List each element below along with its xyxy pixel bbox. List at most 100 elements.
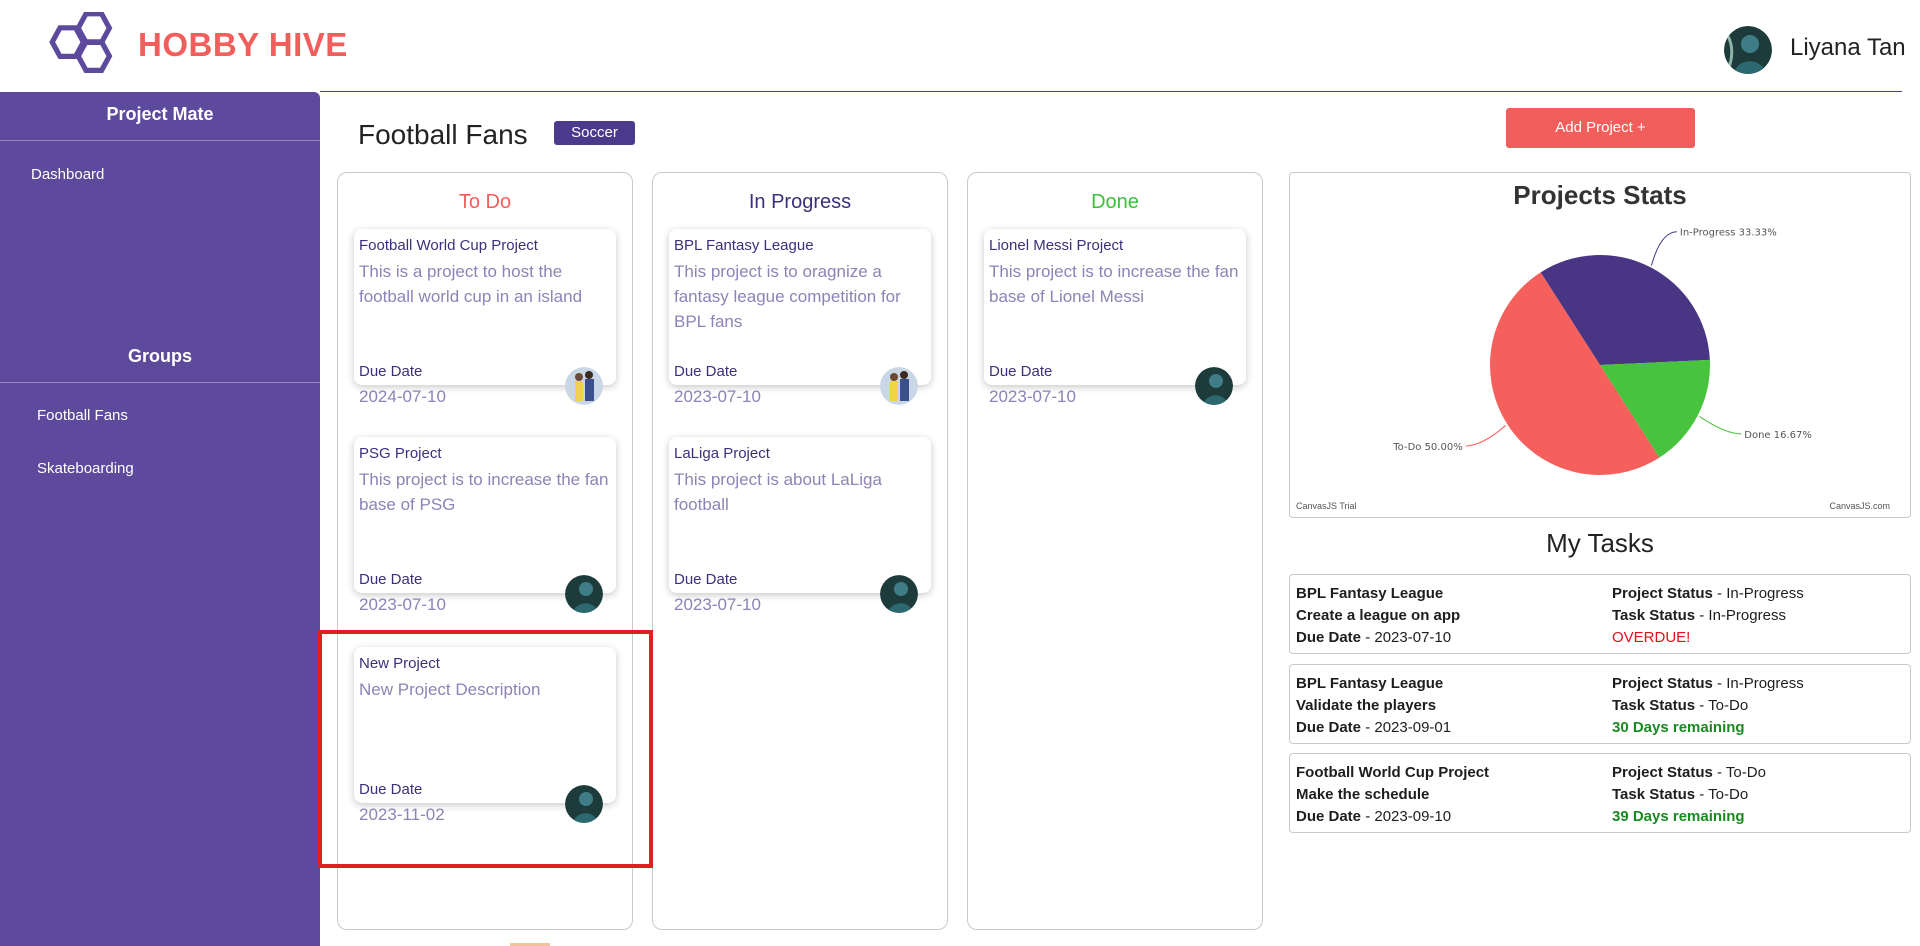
card-title: LaLiga Project bbox=[674, 445, 770, 462]
project-status-label: Project Status bbox=[1612, 764, 1713, 781]
task-project: BPL Fantasy League bbox=[1296, 675, 1444, 692]
task-project: BPL Fantasy League bbox=[1296, 585, 1444, 602]
project-card[interactable]: BPL Fantasy League This project is to or… bbox=[669, 229, 931, 406]
due-date-label: Due Date bbox=[359, 571, 423, 588]
user-avatar[interactable] bbox=[1724, 26, 1772, 74]
task-due-date: - 2023-09-01 bbox=[1361, 719, 1452, 736]
task-deadline-note: 30 Days remaining bbox=[1612, 719, 1745, 736]
brand-name: HOBBY HIVE bbox=[138, 26, 348, 63]
card-description: New Project Description bbox=[359, 680, 541, 699]
card-description: This is a project to host the football w… bbox=[359, 262, 583, 306]
member-avatar bbox=[565, 785, 603, 823]
chart-watermark-link[interactable]: CanvasJS.com bbox=[1829, 501, 1890, 511]
card-title: Football World Cup Project bbox=[359, 237, 538, 254]
header-divider bbox=[320, 91, 1902, 92]
card-due-date: 2023-07-10 bbox=[989, 387, 1076, 406]
column-done: Done Lionel Messi Project This project i… bbox=[967, 172, 1263, 930]
task-name: Create a league on app bbox=[1296, 607, 1461, 624]
due-date-label: Due Date bbox=[359, 781, 423, 798]
pie-label-connector bbox=[1699, 416, 1742, 435]
project-card[interactable]: Lionel Messi Project This project is to … bbox=[984, 229, 1246, 406]
due-date-label: Due Date bbox=[1296, 629, 1362, 646]
project-card[interactable]: LaLiga Project This project is about LaL… bbox=[669, 437, 931, 614]
task-deadline-note: 39 Days remaining bbox=[1612, 808, 1745, 825]
card-title: New Project bbox=[359, 655, 440, 672]
project-card[interactable]: Football World Cup Project This is a pro… bbox=[354, 229, 616, 406]
project-status-value: - In-Progress bbox=[1712, 585, 1804, 602]
sidebar-item-football-fans[interactable]: Football Fans bbox=[37, 407, 128, 424]
column-todo: To Do Football World Cup Project This is… bbox=[337, 172, 633, 930]
card-description: This project is to increase the fan base… bbox=[989, 262, 1239, 306]
pie-label-connector bbox=[1650, 231, 1677, 266]
task-due-row: Due Date - 2023-09-01 bbox=[1296, 719, 1451, 736]
project-card[interactable]: New Project New Project Description Due … bbox=[354, 647, 616, 824]
user-name[interactable]: Liyana Tan bbox=[1790, 34, 1906, 62]
sidebar-divider bbox=[0, 140, 320, 141]
sidebar-item-skateboarding[interactable]: Skateboarding bbox=[37, 460, 134, 477]
task-card[interactable]: Football World Cup Project Make the sche… bbox=[1289, 753, 1911, 833]
project-status-row: Project Status - To-Do bbox=[1612, 764, 1766, 781]
sidebar-groups-title: Groups bbox=[127, 346, 192, 366]
project-status-value: - In-Progress bbox=[1712, 675, 1804, 692]
member-avatar bbox=[880, 575, 918, 613]
project-status-label: Project Status bbox=[1612, 585, 1713, 602]
due-date-label: Due Date bbox=[1296, 808, 1362, 825]
app-root: HOBBY HIVE Liyana Tan Project Mate Dashb… bbox=[0, 0, 1920, 946]
add-project-button[interactable]: Add Project + bbox=[1506, 108, 1695, 148]
sidebar-divider bbox=[0, 382, 320, 383]
pie-label: To-Do 50.00% bbox=[1392, 442, 1462, 453]
due-date-label: Due Date bbox=[674, 571, 738, 588]
project-status-value: - To-Do bbox=[1712, 764, 1766, 781]
task-deadline-note: OVERDUE! bbox=[1612, 629, 1691, 646]
card-due-date: 2024-07-10 bbox=[359, 387, 446, 406]
category-tag: Soccer bbox=[554, 121, 635, 145]
sidebar-item-dashboard[interactable]: Dashboard bbox=[31, 166, 104, 183]
task-status-value: - To-Do bbox=[1695, 786, 1749, 803]
task-status-label: Task Status bbox=[1612, 607, 1696, 624]
column-title: In Progress bbox=[748, 191, 852, 213]
project-status-row: Project Status - In-Progress bbox=[1612, 585, 1804, 602]
project-status-row: Project Status - In-Progress bbox=[1612, 675, 1804, 692]
card-description: This project is to oragnize a fantasy le… bbox=[674, 262, 901, 331]
task-name: Validate the players bbox=[1296, 697, 1437, 714]
card-description: This project is to increase the fan base… bbox=[359, 470, 609, 514]
task-status-label: Task Status bbox=[1612, 786, 1696, 803]
task-status-value: - In-Progress bbox=[1695, 607, 1786, 624]
card-due-date: 2023-11-02 bbox=[359, 805, 445, 824]
card-title: Lionel Messi Project bbox=[989, 237, 1124, 254]
member-avatar bbox=[565, 575, 603, 613]
top-header: HOBBY HIVE Liyana Tan bbox=[0, 0, 1920, 92]
card-title: PSG Project bbox=[359, 445, 442, 462]
member-avatar bbox=[1195, 367, 1233, 405]
due-date-label: Due Date bbox=[989, 363, 1053, 380]
member-avatar bbox=[880, 367, 918, 405]
task-status-row: Task Status - To-Do bbox=[1612, 786, 1748, 803]
task-name: Make the schedule bbox=[1296, 786, 1430, 803]
sidebar-title: Project Mate bbox=[106, 104, 214, 124]
chart-watermark: CanvasJS Trial bbox=[1296, 501, 1357, 511]
task-due-date: - 2023-07-10 bbox=[1361, 629, 1452, 646]
task-card[interactable]: BPL Fantasy League Validate the players … bbox=[1289, 664, 1911, 744]
task-due-date: - 2023-09-10 bbox=[1361, 808, 1452, 825]
tasks-title: My Tasks bbox=[1546, 528, 1654, 558]
task-status-value: - To-Do bbox=[1695, 697, 1749, 714]
card-due-date: 2023-07-10 bbox=[674, 387, 761, 406]
task-card[interactable]: BPL Fantasy League Create a league on ap… bbox=[1289, 574, 1911, 654]
member-avatar bbox=[565, 367, 603, 405]
hexagon-logo-icon bbox=[49, 12, 113, 73]
task-status-row: Task Status - In-Progress bbox=[1612, 607, 1786, 624]
task-due-row: Due Date - 2023-07-10 bbox=[1296, 629, 1451, 646]
column-title: Done bbox=[1091, 191, 1139, 213]
card-due-date: 2023-07-10 bbox=[359, 595, 446, 614]
due-date-label: Due Date bbox=[359, 363, 423, 380]
project-card[interactable]: PSG Project This project is to increase … bbox=[354, 437, 616, 614]
column-in-progress: In Progress BPL Fantasy League This proj… bbox=[652, 172, 948, 930]
card-description: This project is about LaLiga football bbox=[674, 470, 882, 514]
due-date-label: Due Date bbox=[1296, 719, 1362, 736]
pie-label: Done 16.67% bbox=[1744, 430, 1812, 441]
card-title: BPL Fantasy League bbox=[674, 237, 814, 254]
page-title: Football Fans bbox=[358, 119, 528, 150]
projects-stats-panel: Projects Stats In-Progress 33.33% Done 16… bbox=[1289, 172, 1911, 518]
card-due-date: 2023-07-10 bbox=[674, 595, 761, 614]
sidebar: Project Mate Dashboard Groups Football F… bbox=[0, 92, 320, 946]
